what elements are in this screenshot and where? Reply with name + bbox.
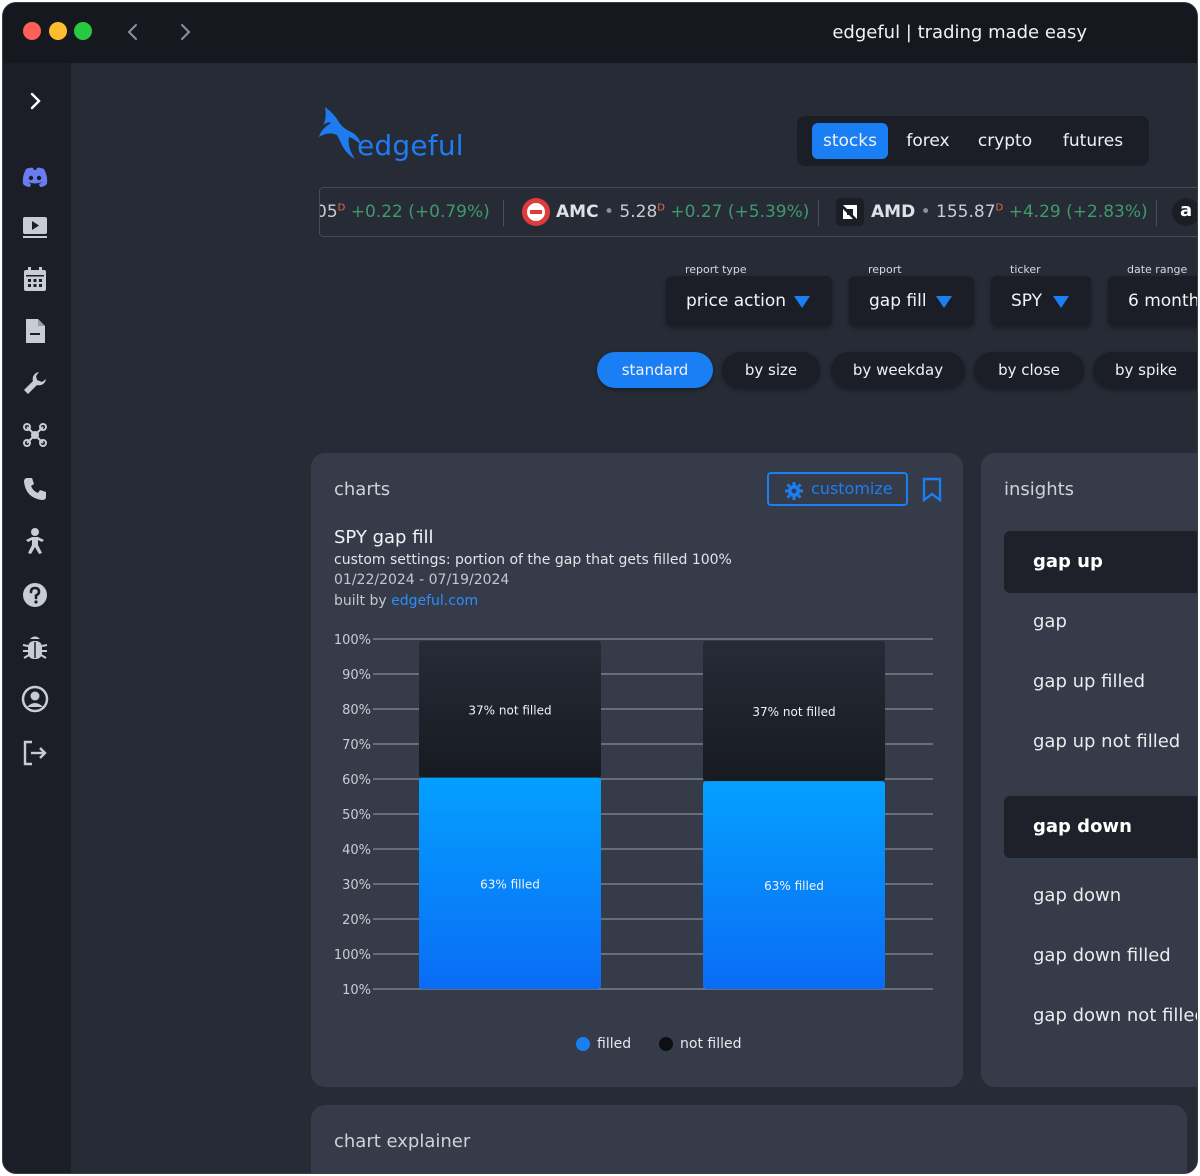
tab-forex[interactable]: forex bbox=[897, 123, 959, 159]
back-icon[interactable] bbox=[123, 20, 143, 44]
y-tick-label: 90% bbox=[342, 668, 371, 683]
gap-fill-chart: 100% 90% 80% 70% 60% 50% 40% 30% 20% 100% 10% 37% … bbox=[334, 633, 933, 998]
logout-icon[interactable] bbox=[21, 739, 49, 767]
customize-button[interactable]: customize bbox=[767, 472, 908, 506]
main-content: edgeful stocks forex crypto futures 05D … bbox=[71, 63, 1197, 1173]
ticker-item[interactable]: AMC • 5.28D +0.27 (+5.39%) bbox=[556, 202, 809, 222]
edgeful-link[interactable]: edgeful.com bbox=[391, 593, 478, 609]
caret-down-icon bbox=[936, 296, 952, 308]
app-window: edgeful | trading made easy edgeful stoc… bbox=[2, 2, 1198, 1174]
insights-card-title: insights bbox=[1004, 479, 1075, 500]
insight-item[interactable]: gap up not filled bbox=[1004, 711, 1197, 773]
chart-date-range: 01/22/2024 - 07/19/2024 bbox=[334, 572, 510, 588]
bookmark-icon[interactable] bbox=[921, 477, 943, 507]
insight-item[interactable]: gap down bbox=[1004, 865, 1197, 927]
insights-group-gap-up[interactable]: gap up bbox=[1004, 531, 1197, 593]
calendar-icon[interactable] bbox=[21, 265, 49, 293]
charts-card-title: charts bbox=[334, 479, 391, 500]
ticker-select[interactable]: SPY bbox=[991, 276, 1091, 326]
insight-item[interactable]: gap up filled bbox=[1004, 651, 1197, 713]
amazon-logo-icon: a bbox=[1172, 198, 1197, 226]
insight-item[interactable]: gap bbox=[1004, 591, 1197, 653]
insights-card: insights gap up gap gap up filled gap up… bbox=[981, 453, 1197, 1087]
help-icon[interactable] bbox=[21, 581, 49, 609]
legend-swatch bbox=[659, 1037, 673, 1051]
y-tick-label: 40% bbox=[342, 843, 371, 858]
ticker-item[interactable]: 05D +0.22 (+0.79%) bbox=[320, 202, 490, 222]
insight-item[interactable]: gap down filled bbox=[1004, 925, 1197, 987]
bar-label-not-filled: 37% not filled bbox=[752, 705, 835, 719]
window-title: edgeful | trading made easy bbox=[832, 22, 1087, 43]
y-tick-label: 100% bbox=[334, 633, 371, 648]
report-type-select[interactable]: price action bbox=[666, 276, 832, 326]
insights-group-gap-down[interactable]: gap down bbox=[1004, 796, 1197, 858]
tab-futures[interactable]: futures bbox=[1053, 123, 1133, 159]
y-tick-label: 30% bbox=[342, 878, 371, 893]
tab-stocks[interactable]: stocks bbox=[812, 123, 888, 159]
y-tick-label: 60% bbox=[342, 773, 371, 788]
close-window-button[interactable] bbox=[23, 22, 41, 40]
charts-card: charts customize SPY gap fill custom set… bbox=[311, 453, 963, 1087]
amd-logo-icon bbox=[836, 198, 864, 226]
ticker-strip: 05D +0.22 (+0.79%) AMC • 5.28D +0.27 (+5… bbox=[319, 187, 1197, 237]
chart-heading: SPY gap fill bbox=[334, 527, 434, 548]
minimize-window-button[interactable] bbox=[49, 22, 67, 40]
legend-swatch bbox=[576, 1037, 590, 1051]
account-icon[interactable] bbox=[21, 685, 49, 713]
view-standard[interactable]: standard bbox=[597, 352, 713, 388]
brand-logo[interactable]: edgeful bbox=[319, 105, 469, 165]
bar-label-filled: 63% filled bbox=[764, 879, 824, 893]
y-tick-label: 80% bbox=[342, 703, 371, 718]
market-tabs: stocks forex crypto futures bbox=[797, 116, 1149, 166]
date-range-select[interactable]: 6 months bbox=[1108, 276, 1197, 326]
person-icon[interactable] bbox=[21, 527, 49, 555]
title-bar: edgeful | trading made easy bbox=[3, 3, 1197, 63]
caret-down-icon bbox=[1053, 296, 1069, 308]
view-by-size[interactable]: by size bbox=[722, 352, 820, 388]
ticker-divider bbox=[1156, 200, 1157, 226]
brand-name: edgeful bbox=[357, 129, 464, 162]
view-by-close[interactable]: by close bbox=[974, 352, 1084, 388]
y-tick-label: 50% bbox=[342, 808, 371, 823]
chart-explainer-title: chart explainer bbox=[334, 1131, 471, 1152]
bar-label-not-filled: 37% not filled bbox=[468, 703, 551, 717]
video-icon[interactable] bbox=[21, 213, 49, 241]
tab-crypto[interactable]: crypto bbox=[972, 123, 1038, 159]
discord-icon[interactable] bbox=[21, 163, 49, 191]
wrench-icon[interactable] bbox=[21, 369, 49, 397]
gear-icon bbox=[785, 480, 803, 510]
chevron-right-icon[interactable] bbox=[21, 87, 49, 115]
bug-icon[interactable] bbox=[21, 633, 49, 661]
report-select[interactable]: gap fill bbox=[849, 276, 974, 326]
view-by-spike[interactable]: by spike bbox=[1093, 352, 1197, 388]
ticker-divider bbox=[818, 200, 819, 226]
chart-explainer-card: chart explainer bbox=[311, 1105, 1187, 1173]
insight-item[interactable]: gap down not filled bbox=[1004, 985, 1197, 1047]
amc-logo-icon bbox=[522, 198, 550, 226]
y-tick-label: 10% bbox=[342, 983, 371, 998]
chart-settings: custom settings: portion of the gap that… bbox=[334, 552, 732, 568]
bar-label-filled: 63% filled bbox=[480, 877, 540, 891]
phone-icon[interactable] bbox=[21, 475, 49, 503]
view-by-weekday[interactable]: by weekday bbox=[831, 352, 965, 388]
chart-built-by: built by edgeful.com bbox=[334, 593, 479, 609]
ticker-item[interactable]: AMD • 155.87D +4.29 (+2.83%) bbox=[871, 202, 1148, 222]
forward-icon[interactable] bbox=[175, 20, 195, 44]
y-tick-label: 20% bbox=[342, 913, 371, 928]
y-tick-label: 100% bbox=[334, 948, 371, 963]
y-tick-label: 70% bbox=[342, 738, 371, 753]
caret-down-icon bbox=[794, 296, 810, 308]
document-icon[interactable] bbox=[21, 317, 49, 345]
maximize-window-button[interactable] bbox=[74, 22, 92, 40]
network-icon[interactable] bbox=[21, 421, 49, 449]
sidebar bbox=[3, 63, 71, 1173]
ticker-divider bbox=[503, 200, 504, 226]
